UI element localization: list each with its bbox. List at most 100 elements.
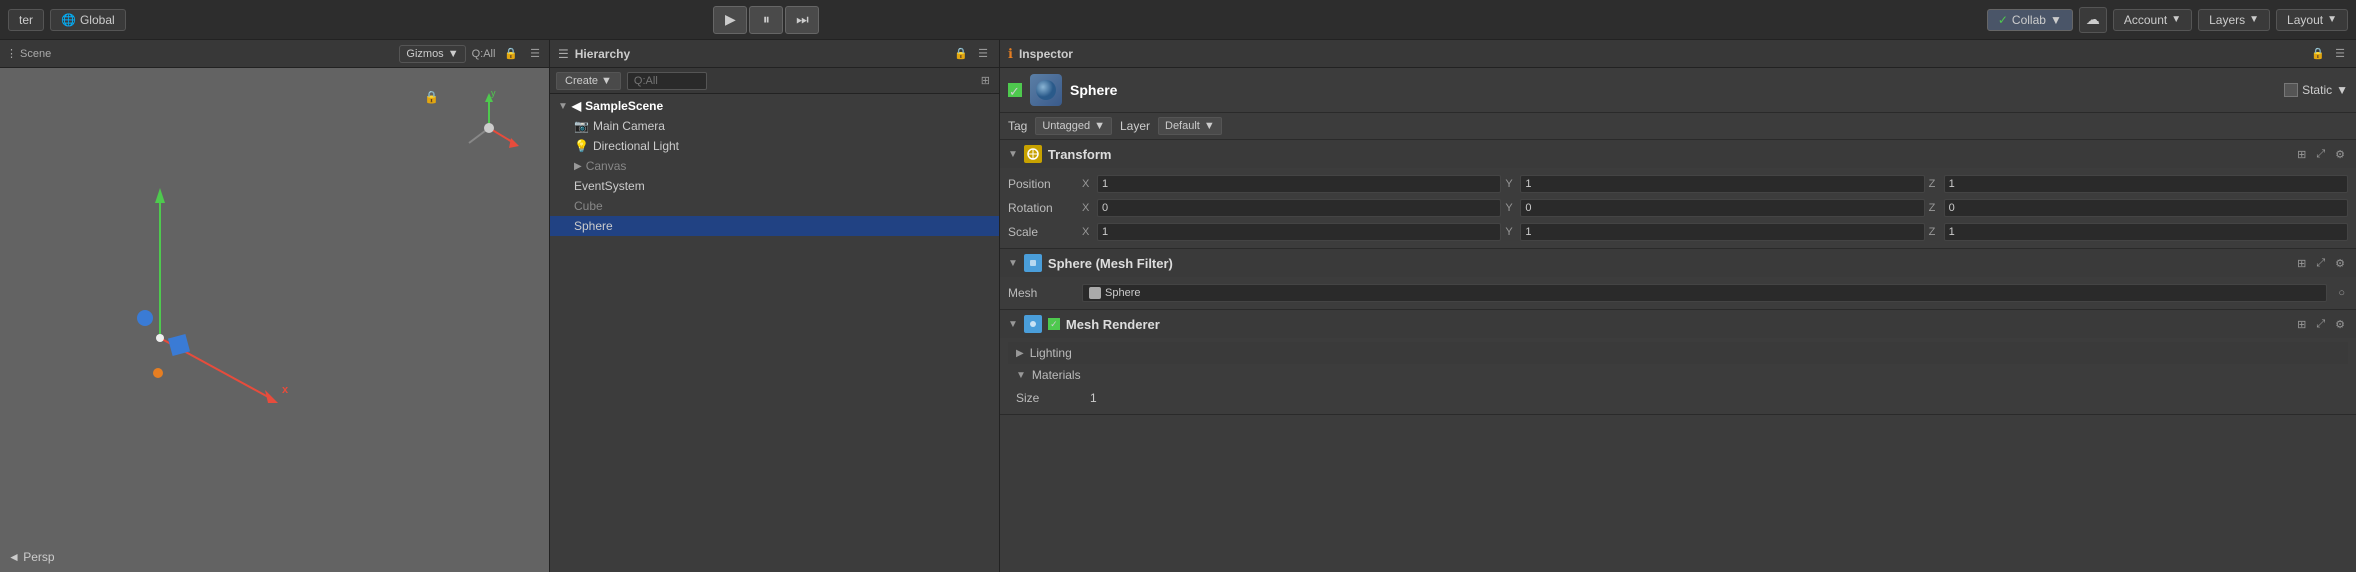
rotation-z-input[interactable] — [1944, 199, 2348, 217]
tag-layer-row: Tag Untagged ▼ Layer Default ▼ — [1000, 113, 2356, 140]
hierarchy-scene-root[interactable]: ▼ ◀ SampleScene — [550, 96, 999, 116]
static-section: Static ▼ — [2284, 83, 2348, 97]
scene-icon: ◀ — [572, 99, 581, 113]
renderer-copy-button[interactable]: ⊞ — [2294, 317, 2309, 332]
step-button[interactable]: ⏭ — [785, 6, 819, 34]
hierarchy-item-sphere[interactable]: Sphere — [550, 216, 999, 236]
hierarchy-item-cube[interactable]: Cube — [550, 196, 999, 216]
pause-button[interactable]: ⏸ — [749, 6, 783, 34]
lock-icon: 🔒 — [424, 90, 439, 104]
layout-button[interactable]: Layout ▼ — [2276, 9, 2348, 31]
transform-expand-button[interactable]: ⤢ — [2313, 147, 2328, 162]
position-fields: X Y Z — [1082, 175, 2348, 193]
hierarchy-icon: ☰ — [558, 47, 569, 61]
layer-dropdown[interactable]: Default ▼ — [1158, 117, 1222, 135]
rotation-y-input[interactable] — [1520, 199, 1924, 217]
position-x-field: X — [1082, 175, 1501, 193]
scene-view: ⋮ Scene Gizmos ▼ Q:All 🔒 ☰ y — [0, 40, 550, 572]
layers-arrow-icon: ▼ — [2249, 14, 2259, 25]
renderer-settings-button[interactable]: ⚙ — [2332, 317, 2348, 332]
sx-axis-label: X — [1082, 226, 1094, 238]
account-button[interactable]: Account ▼ — [2113, 9, 2192, 31]
mesh-renderer-buttons: ⊞ ⤢ ⚙ — [2294, 317, 2348, 332]
scene-toolbar: ⋮ Scene Gizmos ▼ Q:All 🔒 ☰ — [0, 40, 549, 68]
object-name: Sphere — [1070, 82, 1117, 98]
scale-x-input[interactable] — [1097, 223, 1501, 241]
position-x-input[interactable] — [1097, 175, 1501, 193]
sz-axis-label: Z — [1929, 226, 1941, 238]
hierarchy-search-btn[interactable]: ⊞ — [978, 73, 993, 88]
checkmark-icon: ✓ — [1998, 13, 2008, 27]
ry-axis-label: Y — [1505, 202, 1517, 214]
hierarchy-create-button[interactable]: Create ▼ — [556, 72, 621, 90]
ter-button[interactable]: ter — [8, 9, 44, 31]
mesh-renderer-body: ▶ Lighting ▼ Materials Size 1 — [1000, 338, 2356, 414]
hierarchy-item-eventsystem[interactable]: EventSystem — [550, 176, 999, 196]
inspector-menu-button[interactable]: ☰ — [2332, 46, 2348, 61]
scale-z-input[interactable] — [1944, 223, 2348, 241]
scene-menu-button[interactable]: ☰ — [527, 46, 543, 61]
canvas-expand-icon: ▶ — [574, 161, 582, 172]
play-button[interactable]: ▶ — [713, 6, 747, 34]
transform-body: Position X Y Z — [1000, 168, 2356, 248]
scene-canvas[interactable]: y — [0, 68, 549, 572]
transform-copy-button[interactable]: ⊞ — [2294, 147, 2309, 162]
layers-button[interactable]: Layers ▼ — [2198, 9, 2270, 31]
position-y-input[interactable] — [1520, 175, 1924, 193]
mesh-filter-header[interactable]: ▼ Sphere (Mesh Filter) ⊞ ⤢ ⚙ — [1000, 249, 2356, 277]
hierarchy-menu-button[interactable]: ☰ — [975, 46, 991, 61]
materials-toggle[interactable]: ▼ Materials — [1008, 364, 2348, 386]
mesh-filter-copy-button[interactable]: ⊞ — [2294, 256, 2309, 271]
inspector-object-header: ✓ Sphere Static ▼ — [1000, 68, 2356, 113]
hierarchy-search-input[interactable] — [627, 72, 707, 90]
hierarchy-list: ▼ ◀ SampleScene 📷 Main Camera 💡 Directio… — [550, 94, 999, 572]
hierarchy-item-canvas[interactable]: ▶ Canvas — [550, 156, 999, 176]
position-y-field: Y — [1505, 175, 1924, 193]
gizmos-button[interactable]: Gizmos ▼ — [399, 45, 465, 63]
mesh-filter-settings-button[interactable]: ⚙ — [2332, 256, 2348, 271]
global-icon: 🌐 — [61, 13, 76, 27]
transform-settings-button[interactable]: ⚙ — [2332, 147, 2348, 162]
renderer-active-checkbox[interactable]: ✓ — [1048, 318, 1060, 330]
scale-y-input[interactable] — [1520, 223, 1924, 241]
rotation-x-input[interactable] — [1097, 199, 1501, 217]
static-checkbox[interactable] — [2284, 83, 2298, 97]
rotation-label: Rotation — [1008, 201, 1078, 215]
object-active-checkbox[interactable]: ✓ — [1008, 83, 1022, 97]
inspector-body: ▼ Transform ⊞ ⤢ ⚙ — [1000, 140, 2356, 572]
mesh-filter-expand-button[interactable]: ⤢ — [2313, 256, 2328, 271]
layer-arrow-icon: ▼ — [1204, 120, 1215, 132]
mesh-pick-button[interactable]: ○ — [2335, 286, 2348, 300]
mesh-value-text: Sphere — [1105, 287, 1140, 299]
hierarchy-title: Hierarchy — [575, 47, 630, 61]
mesh-filter-buttons: ⊞ ⤢ ⚙ — [2294, 256, 2348, 271]
sy-axis-label: Y — [1505, 226, 1517, 238]
scene-expand-icon: ▼ — [558, 101, 568, 112]
inspector-lock-button[interactable]: 🔒 — [2308, 46, 2328, 61]
cloud-button[interactable]: ☁ — [2079, 7, 2107, 33]
transform-header[interactable]: ▼ Transform ⊞ ⤢ ⚙ — [1000, 140, 2356, 168]
lighting-toggle[interactable]: ▶ Lighting — [1008, 342, 2348, 364]
z-axis-label: Z — [1929, 178, 1941, 190]
renderer-expand-button[interactable]: ⤢ — [2313, 317, 2328, 332]
hierarchy-item-directional-light[interactable]: 💡 Directional Light — [550, 136, 999, 156]
mesh-renderer-title: Mesh Renderer — [1066, 317, 1160, 332]
rotation-fields: X Y Z — [1082, 199, 2348, 217]
lighting-expand-icon: ▶ — [1016, 348, 1024, 359]
rotation-y-field: Y — [1505, 199, 1924, 217]
scale-y-field: Y — [1505, 223, 1924, 241]
mesh-renderer-header[interactable]: ▼ ✓ Mesh Renderer ⊞ ⤢ ⚙ — [1000, 310, 2356, 338]
hierarchy-item-main-camera[interactable]: 📷 Main Camera — [550, 116, 999, 136]
position-z-input[interactable] — [1944, 175, 2348, 193]
collab-arrow-icon: ▼ — [2050, 13, 2062, 27]
mesh-filter-icon — [1024, 254, 1042, 272]
global-button[interactable]: 🌐 Global — [50, 9, 126, 31]
collab-button[interactable]: ✓ Collab ▼ — [1987, 9, 2073, 31]
x-axis-label: X — [1082, 178, 1094, 190]
hierarchy-lock-button[interactable]: 🔒 — [951, 46, 971, 61]
light-icon: 💡 — [574, 139, 589, 153]
position-label: Position — [1008, 177, 1078, 191]
scene-lock-button[interactable]: 🔒 — [501, 46, 521, 61]
tag-dropdown[interactable]: Untagged ▼ — [1035, 117, 1112, 135]
scale-z-field: Z — [1929, 223, 2348, 241]
